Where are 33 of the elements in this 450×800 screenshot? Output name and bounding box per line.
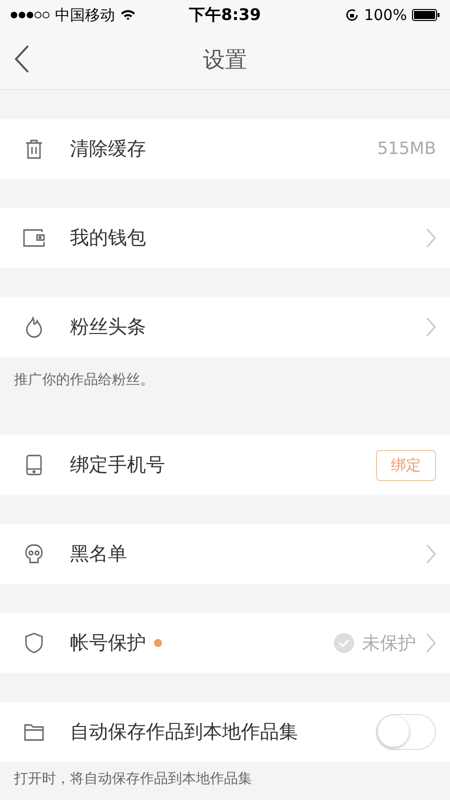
row-label: 黑名单 xyxy=(70,542,127,567)
row-label: 清除缓存 xyxy=(70,137,146,162)
settings-row[interactable]: 绑定手机号 绑定 xyxy=(0,435,450,495)
page-title: 设置 xyxy=(203,46,247,74)
signal-icon xyxy=(10,11,50,19)
chevron-icon xyxy=(426,228,436,248)
cache-size: 515MB xyxy=(377,139,436,159)
row-label: 帐号保护 xyxy=(70,631,146,656)
battery-icon xyxy=(412,9,440,21)
settings-row[interactable]: 清除缓存 515MB xyxy=(0,119,450,179)
settings-row[interactable]: 帐号保护 未保护 xyxy=(0,613,450,673)
chevron-icon xyxy=(426,633,436,653)
carrier-name: 中国移动 xyxy=(55,6,115,24)
wifi-icon xyxy=(120,9,136,21)
chevron-icon xyxy=(426,544,436,564)
status-time: 下午8:39 xyxy=(189,4,261,26)
battery-percent: 100% xyxy=(364,6,407,24)
settings-row[interactable]: 我的钱包 xyxy=(0,208,450,268)
toggle-switch[interactable] xyxy=(376,714,436,750)
protection-status: 未保护 xyxy=(362,632,416,655)
row-label: 粉丝头条 xyxy=(70,315,146,340)
check-icon xyxy=(334,633,354,653)
settings-row[interactable]: 黑名单 xyxy=(0,524,450,584)
row-label: 自动保存作品到本地作品集 xyxy=(70,720,298,745)
settings-row[interactable]: 粉丝头条 xyxy=(0,297,450,357)
settings-row[interactable]: 自动保存作品到本地作品集 xyxy=(0,702,450,762)
row-label: 我的钱包 xyxy=(70,226,146,251)
section-note: 打开时，将自动保存作品到本地作品集 xyxy=(13,770,253,788)
row-label: 绑定手机号 xyxy=(70,453,165,478)
chevron-icon xyxy=(426,317,436,337)
back-button[interactable] xyxy=(14,44,30,74)
section-note: 推广你的作品给粉丝。 xyxy=(13,371,155,390)
rotation-lock-icon xyxy=(345,8,360,22)
